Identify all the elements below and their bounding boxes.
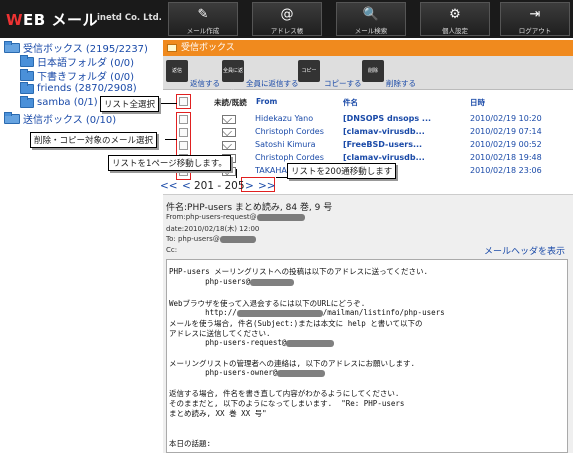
preview-cc: Cc: <box>166 246 178 254</box>
envelope-icon <box>222 141 236 150</box>
preview-date: date:2010/02/18(木) 12:00 <box>166 225 260 233</box>
message-subject[interactable]: [clamav-virusdb... <box>343 153 465 162</box>
column-unread[interactable]: 未読/既読 <box>214 97 247 108</box>
reply-icon[interactable]: 返信 <box>166 60 188 82</box>
callout-select-all: リスト全選択 <box>100 96 160 112</box>
folder-drafts[interactable]: 下書きフォルダ (0/0) <box>20 68 134 83</box>
message-subject[interactable]: [DNSOPS dnsops ... <box>343 114 465 123</box>
preview-from: From:php-users-request@ <box>166 213 305 221</box>
folder-icon <box>20 54 34 67</box>
message-date: 2010/02/19 00:52 <box>470 140 542 149</box>
redacted-mark <box>250 278 295 286</box>
folder-sent[interactable]: 送信ボックス (0/10) <box>4 111 116 126</box>
column-subject[interactable]: 件名 <box>343 97 358 108</box>
message-subject[interactable]: [clamav-virusdb... <box>343 127 465 136</box>
message-date: 2010/02/19 10:20 <box>470 114 542 123</box>
mail-search-button[interactable]: 🔍 メール検索 <box>336 2 406 36</box>
copy-button[interactable]: コピーする <box>324 78 362 89</box>
delete-icon[interactable]: 削除 <box>362 60 384 82</box>
body-line: PHP-users メーリングリストへの投稿は以下のアドレスに送ってください. <box>169 267 429 276</box>
callout-select-target: 削除・コピー対象のメール選択 <box>30 132 158 148</box>
app-header: WEB メール inetd Co. Ltd. ✎ メール作成 @ アドレス帳 🔍… <box>0 0 573 38</box>
message-sender[interactable]: Christoph Cordes <box>255 153 337 162</box>
reply-all-icon[interactable]: 全員に返信 <box>222 60 244 96</box>
copy-icon[interactable]: コピー <box>298 60 320 82</box>
envelope-icon <box>222 115 236 124</box>
address-book-button[interactable]: @ アドレス帳 <box>252 2 322 36</box>
redacted-mark <box>219 235 256 243</box>
pager-range: 201 - 205 <box>194 180 245 192</box>
body-line: php-users@ <box>169 277 295 286</box>
message-subject[interactable]: [FreeBSD-users... <box>343 140 465 149</box>
callout-connector <box>236 169 237 178</box>
folder-icon <box>20 95 34 108</box>
column-date[interactable]: 日時 <box>470 97 485 108</box>
message-sender[interactable]: Hidekazu Yano <box>255 114 337 123</box>
address-book-icon: @ <box>280 7 294 22</box>
reply-button[interactable]: 返信する <box>190 78 220 89</box>
callout-move-200: リストを200通移動します <box>287 163 397 179</box>
folder-japanese[interactable]: 日本語フォルダ (0/0) <box>20 54 134 69</box>
settings-button[interactable]: ⚙ 個人設定 <box>420 2 490 36</box>
preview-subject: 件名:PHP-users まとめ読み, 84 巻, 9 号 <box>166 203 333 213</box>
callout-page-move: リストを1ページ移動します。 <box>108 155 231 171</box>
delete-button[interactable]: 削除する <box>386 78 416 89</box>
body-line: http:///mailman/listinfo/php-users <box>169 308 445 317</box>
pager-next200-link[interactable]: >> <box>258 180 276 192</box>
redacted-mark <box>256 213 305 221</box>
settings-icon: ⚙ <box>449 7 461 22</box>
pager-first-link[interactable]: << <box>160 180 178 192</box>
folder-icon <box>4 111 20 124</box>
folder-inbox[interactable]: 受信ボックス (2195/2237) <box>4 40 148 55</box>
message-body: PHP-users メーリングリストへの投稿は以下のアドレスに送ってください. … <box>166 259 568 453</box>
callout-connector <box>165 139 177 140</box>
message-date: 2010/02/18 23:06 <box>470 166 542 175</box>
pane-title: 受信ボックス <box>163 40 573 56</box>
body-line: 本日の話題: <box>169 439 212 448</box>
body-line: php-users-request@ <box>169 338 335 347</box>
folder-icon <box>20 81 34 94</box>
pager-next-link[interactable]: > <box>245 180 254 192</box>
app-logo: WEB メール <box>6 11 98 29</box>
redacted-mark <box>236 309 323 317</box>
body-line: php-users-owner@ <box>169 368 326 377</box>
body-line: まとめ読み, XX 巻 XX 号" <box>169 409 267 418</box>
compose-button[interactable]: ✎ メール作成 <box>168 2 238 36</box>
message-sender[interactable]: Christoph Cordes <box>255 127 337 136</box>
redacted-mark <box>286 339 335 347</box>
mail-search-icon: 🔍 <box>362 7 380 22</box>
reply-all-button[interactable]: 全員に返信する <box>246 78 299 89</box>
column-from[interactable]: From <box>256 97 277 106</box>
folder-icon <box>20 68 34 81</box>
folder-samba[interactable]: samba (0/1) <box>20 95 98 108</box>
redacted-mark <box>277 369 326 377</box>
message-date: 2010/02/19 07:14 <box>470 127 542 136</box>
folder-icon <box>167 44 177 52</box>
envelope-icon <box>222 128 236 137</box>
company-name: inetd Co. Ltd. <box>97 13 162 23</box>
message-date: 2010/02/18 19:48 <box>470 153 542 162</box>
preview-to: To: php-users@ <box>166 235 256 243</box>
message-sender[interactable]: Satoshi Kimura <box>255 140 337 149</box>
compose-icon: ✎ <box>197 7 209 22</box>
folder-icon <box>4 40 20 53</box>
logout-icon: ⇥ <box>529 7 541 22</box>
pager-prev-link[interactable]: < <box>182 180 191 192</box>
select-all-highlight <box>176 94 191 109</box>
show-headers-link[interactable]: メールヘッダを表示 <box>484 244 565 257</box>
folder-friends[interactable]: friends (2870/2908) <box>20 81 137 94</box>
logout-button[interactable]: ⇥ ログアウト <box>500 2 570 36</box>
